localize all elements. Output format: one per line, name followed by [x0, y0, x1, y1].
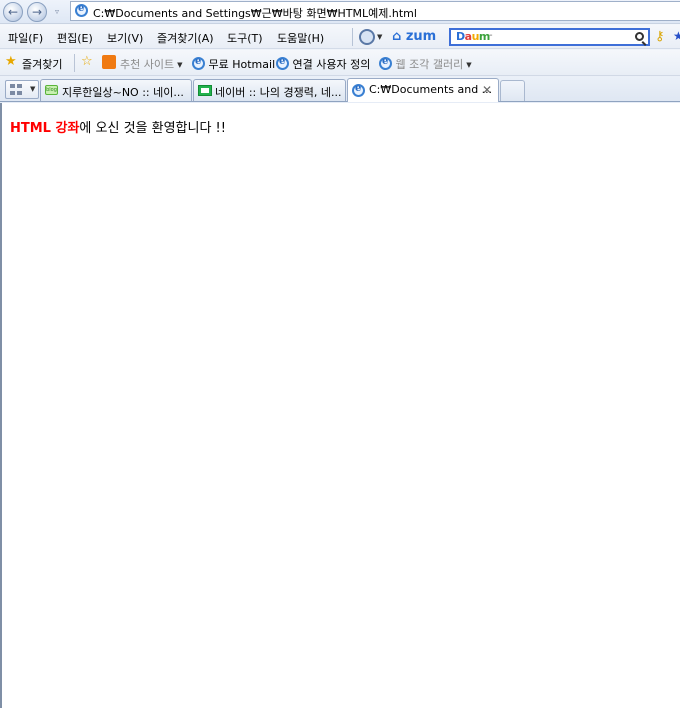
browser-chrome: ← → ▿ C:₩Documents and Settings₩근₩바탕 화면₩…: [0, 0, 680, 103]
tab-naver[interactable]: 네이버 :: 나의 경쟁력, 네...: [193, 79, 346, 101]
home-icon: ⌂: [392, 29, 402, 44]
blog-icon: blog: [45, 85, 58, 95]
search-input[interactable]: Daum -: [449, 28, 650, 46]
key-icon[interactable]: ⚷: [655, 29, 665, 44]
history-dropdown-button[interactable]: ▿: [52, 6, 62, 18]
menu-file[interactable]: 파일(F): [8, 30, 43, 46]
menu-edit[interactable]: 편집(E): [57, 30, 93, 46]
suggested-sites-label: 추천 사이트: [120, 58, 175, 71]
menu-bar: 파일(F) 편집(E) 보기(V) 즐겨찾기(A) 도구(T) 도움말(H) ▼…: [0, 25, 680, 49]
forward-button[interactable]: →: [27, 2, 47, 22]
page-content: HTML 강좌에 오신 것을 환영합니다 !!: [0, 103, 680, 708]
menu-help[interactable]: 도움말(H): [277, 30, 324, 46]
hotmail-label: 무료 Hotmail: [208, 58, 276, 71]
ie-page-icon: [276, 56, 289, 70]
chevron-down-icon[interactable]: ▼: [377, 33, 382, 41]
tab-label: 네이버 :: 나의 경쟁력, 네...: [215, 86, 342, 99]
custom-links-link[interactable]: 연결 사용자 정의: [276, 56, 370, 72]
tab-active-document[interactable]: C:₩Documents and ... ✕: [347, 78, 499, 102]
close-icon[interactable]: ✕: [482, 83, 492, 97]
tab-bar: ▼ blog 지루한일상~NO :: 네이... 네이버 :: 나의 경쟁력, …: [0, 77, 680, 102]
ie-page-icon: [379, 56, 392, 70]
menu-separator: [352, 28, 353, 46]
add-favorite-icon[interactable]: ☆: [81, 55, 95, 69]
menu-view[interactable]: 보기(V): [107, 30, 143, 46]
chevron-down-icon: ▼: [466, 61, 472, 69]
naver-icon: [198, 85, 212, 96]
ie-page-icon: [192, 56, 205, 70]
menu-favorites[interactable]: 즐겨찾기(A): [157, 30, 214, 46]
favorites-star-icon: ★: [5, 54, 17, 69]
address-bar-row: ← → ▿ C:₩Documents and Settings₩근₩바탕 화면₩…: [0, 0, 680, 24]
zum-logo-text: zum: [405, 29, 437, 44]
chevron-down-icon[interactable]: ▼: [30, 85, 35, 93]
address-field[interactable]: C:₩Documents and Settings₩근₩바탕 화면₩HTML예제…: [70, 1, 680, 21]
menu-tools[interactable]: 도구(T): [227, 30, 263, 46]
back-button[interactable]: ←: [3, 2, 23, 22]
favorites-button[interactable]: 즐겨찾기: [22, 56, 62, 72]
welcome-text: 에 오신 것을 환영합니다 !!: [79, 121, 226, 136]
favorites-separator: [74, 54, 75, 72]
zum-toolbar-icon[interactable]: [359, 29, 375, 45]
tab-blog[interactable]: blog 지루한일상~NO :: 네이...: [40, 79, 192, 101]
zum-home-button[interactable]: ⌂ zum: [392, 29, 436, 44]
custom-links-label: 연결 사용자 정의: [292, 58, 371, 71]
favorites-bar: ★ 즐겨찾기 ☆ 추천 사이트▼ 무료 Hotmail 연결 사용자 정의 웹 …: [0, 50, 680, 76]
ie-page-icon: [352, 83, 365, 97]
daum-logo: Daum: [456, 30, 490, 43]
hotmail-link[interactable]: 무료 Hotmail: [192, 56, 275, 72]
chevron-down-icon: ▼: [177, 61, 183, 69]
suggested-sites-icon: [102, 55, 116, 69]
forward-arrow-icon: →: [31, 5, 43, 19]
quick-tabs-button[interactable]: ▼: [5, 80, 39, 99]
search-placeholder: -: [489, 30, 493, 41]
new-tab-button[interactable]: [500, 80, 525, 101]
suggested-sites-link[interactable]: 추천 사이트 ▼: [120, 56, 183, 72]
web-slice-gallery-label: 웹 조각 갤러리: [395, 58, 464, 71]
back-arrow-icon: ←: [7, 5, 19, 19]
tab-label: 지루한일상~NO :: 네이...: [62, 86, 184, 99]
tab-label: C:₩Documents and ...: [369, 83, 493, 96]
address-url: C:₩Documents and Settings₩근₩바탕 화면₩HTML예제…: [93, 7, 417, 20]
search-icon[interactable]: [635, 32, 644, 41]
favorites-star-icon[interactable]: ★: [673, 29, 680, 43]
welcome-message: HTML 강좌에 오신 것을 환영합니다 !!: [10, 117, 226, 136]
welcome-highlight: HTML 강좌: [10, 121, 80, 136]
grid-icon: [10, 84, 22, 95]
page-icon: [75, 3, 88, 17]
web-slice-gallery-link[interactable]: 웹 조각 갤러리▼: [379, 56, 472, 72]
